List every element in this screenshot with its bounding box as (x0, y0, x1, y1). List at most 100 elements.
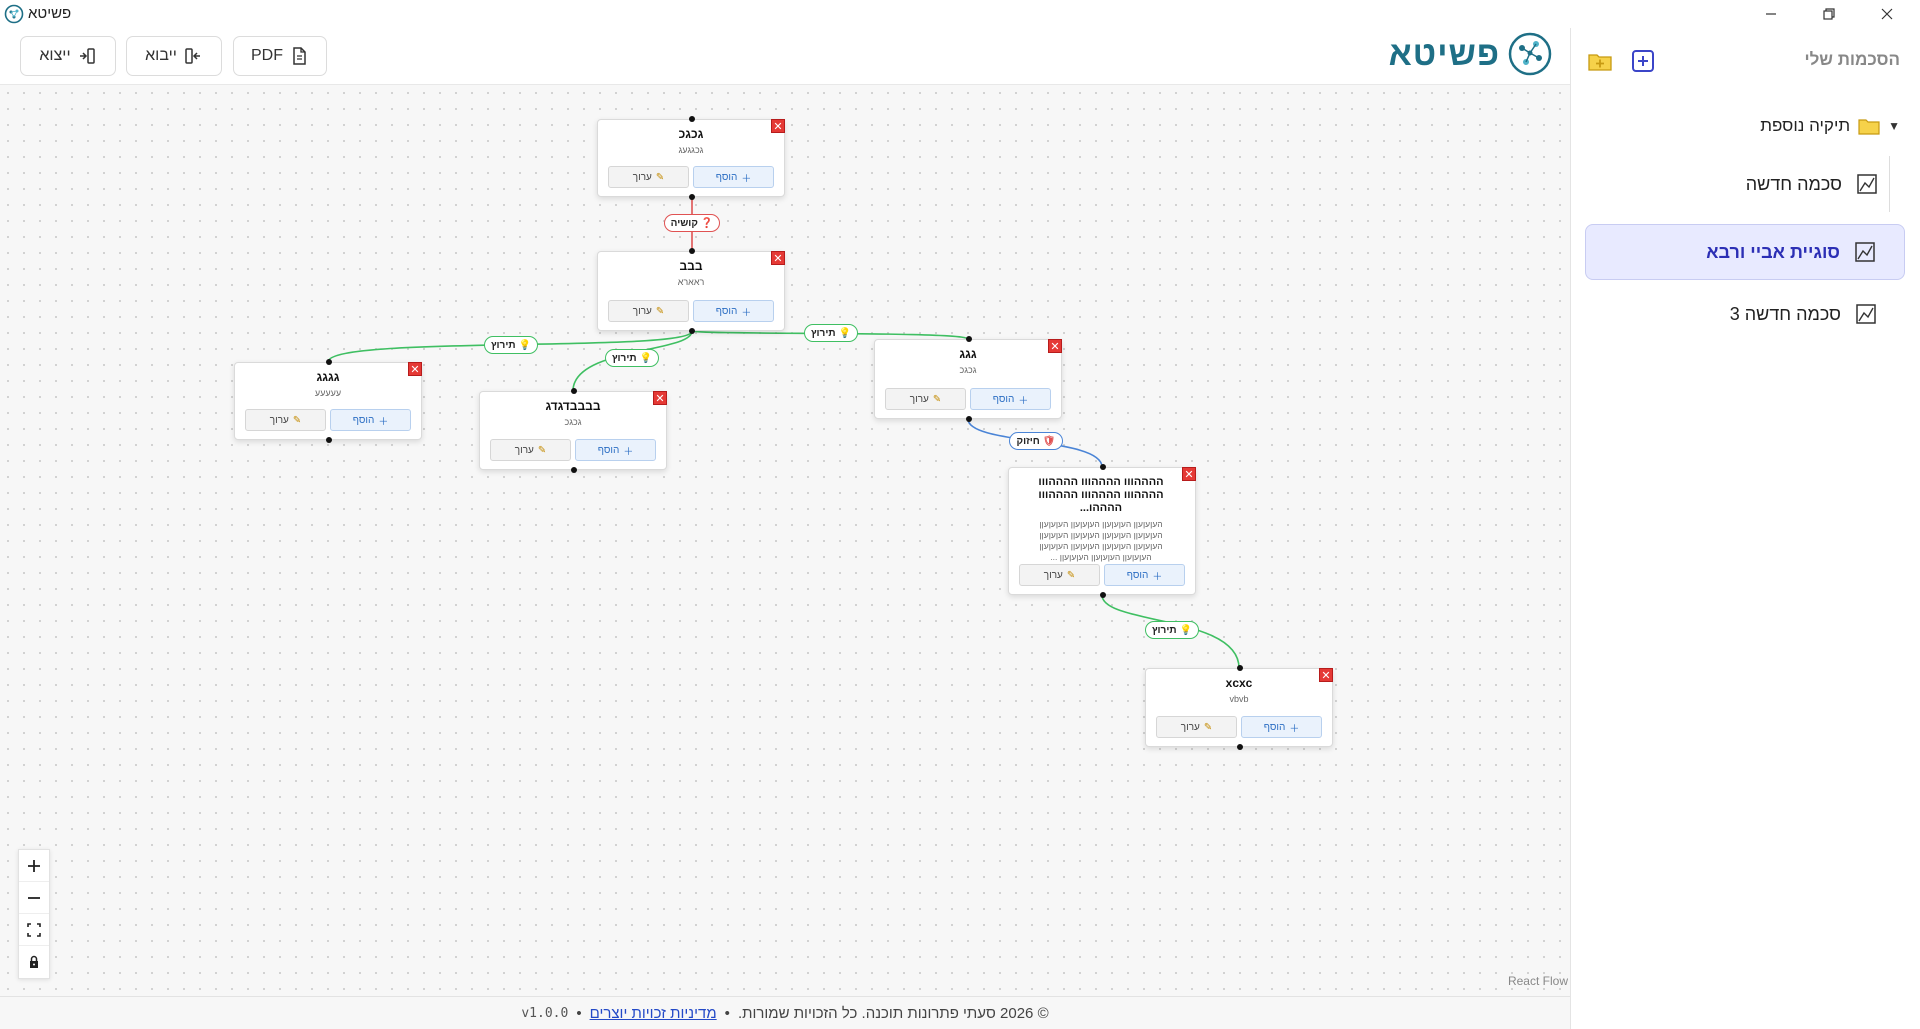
delete-node-button[interactable]: ✕ (1319, 668, 1333, 682)
edge-label[interactable]: 💡 תירוץ (605, 349, 659, 367)
add-label: הוסף (352, 414, 375, 426)
node-subtitle: vbvb (1229, 694, 1249, 704)
collapse-triangle-icon: ▼ (1888, 119, 1900, 133)
add-child-button[interactable]: ＋ הוסף (330, 409, 411, 431)
minimize-button[interactable] (1742, 0, 1800, 28)
plus-icon: ＋ (741, 307, 752, 319)
add-label: הוסף (597, 444, 620, 456)
edit-node-button[interactable]: ✎ ערוך (885, 388, 966, 410)
fit-view-button[interactable] (19, 914, 49, 946)
source-handle[interactable] (966, 416, 972, 422)
source-handle[interactable] (326, 437, 332, 443)
flow-node[interactable]: ✕ xcxc vbvb ＋ הוסף ✎ ערוך (1145, 665, 1333, 750)
react-flow-attribution[interactable]: React Flow (1508, 974, 1568, 988)
edit-node-button[interactable]: ✎ ערוך (1156, 716, 1237, 738)
folder-item[interactable]: ▼ תיקיה נוספת (1760, 116, 1900, 136)
node-title: גגג (959, 347, 977, 361)
add-child-button[interactable]: ＋ הוסף (693, 300, 774, 322)
pencil-icon: ✎ (1203, 721, 1213, 733)
source-handle[interactable] (571, 467, 577, 473)
tree-guide-line (1889, 156, 1890, 212)
close-icon (1881, 8, 1893, 20)
source-handle[interactable] (1100, 592, 1106, 598)
add-label: הוסף (1263, 721, 1286, 733)
chart-icon (1855, 242, 1875, 262)
edit-node-button[interactable]: ✎ ערוך (245, 409, 326, 431)
delete-node-button[interactable]: ✕ (1048, 339, 1062, 353)
target-handle[interactable] (689, 248, 695, 254)
edit-node-button[interactable]: ✎ ערוך (490, 439, 571, 461)
document-icon (293, 47, 306, 65)
edge-label[interactable]: 💡 תירוץ (1145, 621, 1199, 639)
edges-layer (327, 197, 1240, 669)
edge-label[interactable]: 🛡 חיזוק (1009, 432, 1063, 450)
lock-icon (30, 955, 38, 968)
question-icon: ❓ (700, 217, 714, 229)
add-child-button[interactable]: ＋ הוסף (575, 439, 656, 461)
schema-item-active[interactable]: סוגיית אביי ורבא (1585, 224, 1905, 280)
target-handle[interactable] (966, 336, 972, 342)
zoom-out-button[interactable] (19, 882, 49, 914)
brand-logo: פשיטא (1389, 32, 1552, 76)
add-child-button[interactable]: ＋ הוסף (1241, 716, 1322, 738)
delete-node-button[interactable]: ✕ (653, 391, 667, 405)
export-button[interactable]: ייצוא (20, 36, 116, 76)
edit-node-button[interactable]: ✎ ערוך (608, 166, 689, 188)
copyright-policy-link[interactable]: מדיניות זכויות יוצרים (590, 1005, 717, 1022)
edge-label-text: תירוץ (612, 352, 637, 364)
add-child-button[interactable]: ＋ הוסף (1104, 564, 1185, 586)
edge-label-text: תירוץ (811, 327, 836, 339)
add-child-button[interactable]: ＋ הוסף (693, 166, 774, 188)
restore-button[interactable] (1800, 0, 1858, 28)
target-handle[interactable] (1237, 665, 1243, 671)
flow-node[interactable]: ✕ גגג גכגכ ＋ הוסף ✎ ערוך (874, 336, 1062, 422)
footer-separator: • (576, 1004, 582, 1022)
node-subtitle: גכגגעג (678, 145, 704, 155)
zoom-in-button[interactable] (19, 850, 49, 882)
source-handle[interactable] (1237, 744, 1243, 750)
footer-separator: • (724, 1004, 730, 1022)
target-handle[interactable] (689, 116, 695, 122)
target-handle[interactable] (571, 388, 577, 394)
add-child-button[interactable]: ＋ הוסף (970, 388, 1051, 410)
flow-controls (18, 849, 50, 979)
add-label: הוסף (715, 305, 738, 317)
target-handle[interactable] (326, 359, 332, 365)
delete-node-button[interactable]: ✕ (1182, 467, 1196, 481)
flow-node[interactable]: ✕ גגגג עעעעע ＋ הוסף ✎ ערוך (234, 359, 422, 443)
flow-node[interactable]: ✕ ההההווו ההההווו ההההווו ההההווו ההההוו… (1008, 464, 1196, 598)
node-title: ההההווו ההההווו ההההווו ההההווו ההההווו … (1038, 476, 1164, 514)
restore-icon (1823, 8, 1835, 20)
flow-node[interactable]: ✕ בבב ראארא ＋ הוסף ✎ ערוך (597, 248, 785, 334)
flow-canvas[interactable]: ❓ קושיה 💡 תירוץ 💡 תירוץ 💡 תירוץ 🛡 חיזוק … (0, 84, 1570, 996)
target-handle[interactable] (1100, 464, 1106, 470)
chart-icon (1857, 174, 1877, 194)
schema-item[interactable]: סכמה חדשה (1728, 156, 1878, 212)
pdf-button[interactable]: PDF (233, 36, 327, 76)
schema-item[interactable]: סכמה חדשה 3 (1585, 286, 1905, 342)
delete-node-button[interactable]: ✕ (408, 362, 422, 376)
new-folder-button[interactable] (1587, 48, 1613, 74)
edge-label[interactable]: ❓ קושיה (664, 214, 720, 232)
flow-node[interactable]: ✕ גכגכ גכגגעג ＋ הוסף ✎ ערוך (597, 116, 785, 200)
import-button[interactable]: ייבוא (126, 36, 222, 76)
node-title: בבבבדגדג (545, 399, 601, 413)
new-schema-button[interactable] (1630, 48, 1656, 74)
close-window-button[interactable] (1858, 0, 1916, 28)
delete-node-button[interactable]: ✕ (771, 251, 785, 265)
edge-label[interactable]: 💡 תירוץ (484, 336, 538, 354)
source-handle[interactable] (689, 194, 695, 200)
node-title: גכגכ (678, 127, 704, 141)
flow-node[interactable]: ✕ בבבבדגדג גכגכ ＋ הוסף ✎ ערוך (479, 388, 667, 473)
schema-item-label: סוגיית אביי ורבא (1706, 241, 1840, 262)
edit-node-button[interactable]: ✎ ערוך (608, 300, 689, 322)
edit-label: ערוך (1180, 721, 1200, 733)
lock-button[interactable] (19, 946, 49, 978)
pencil-icon: ✎ (655, 171, 665, 183)
source-handle[interactable] (689, 328, 695, 334)
delete-node-button[interactable]: ✕ (771, 119, 785, 133)
lightbulb-icon: 💡 (639, 352, 652, 364)
edge-label[interactable]: 💡 תירוץ (804, 324, 858, 342)
edit-label: ערוך (632, 171, 652, 183)
edit-node-button[interactable]: ✎ ערוך (1019, 564, 1100, 586)
